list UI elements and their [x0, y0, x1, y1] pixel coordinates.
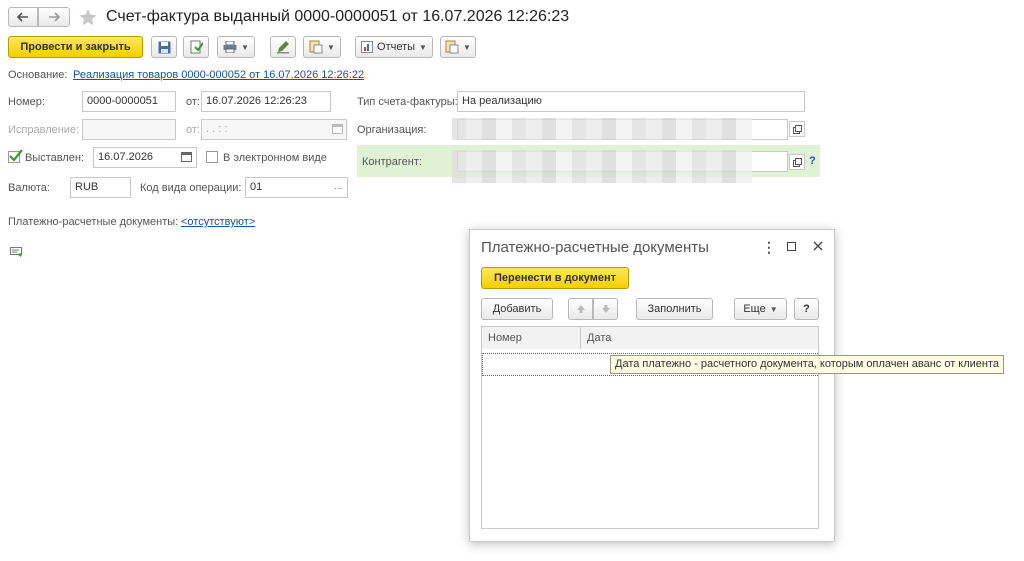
maximize-icon[interactable] — [787, 242, 796, 251]
electronic-checkbox[interactable] — [206, 151, 218, 163]
open-window-icon — [792, 157, 802, 167]
post-button[interactable] — [183, 36, 209, 58]
move-up-button[interactable] — [568, 298, 593, 320]
chevron-down-icon: ▼ — [463, 42, 471, 52]
payment-docs-link[interactable]: <отсутствуют> — [181, 216, 255, 228]
more-button-label: Еще — [743, 303, 766, 315]
counterparty-open-button[interactable] — [789, 154, 805, 170]
fill-button[interactable]: Заполнить — [636, 298, 713, 320]
column-divider — [580, 327, 581, 349]
open-window-icon — [792, 124, 802, 134]
report-icon — [361, 41, 374, 53]
counterparty-label: Контрагент: — [362, 156, 422, 168]
currency-field[interactable]: RUB — [70, 177, 131, 198]
page-title: Счет-фактура выданный 0000-0000051 от 16… — [106, 8, 570, 25]
star-icon[interactable] — [79, 9, 97, 26]
calendar-icon — [332, 124, 343, 134]
attachments-button[interactable]: ▼ — [440, 36, 476, 58]
arrow-down-icon — [601, 305, 610, 313]
basis-link[interactable]: Реализация товаров 0000-000052 от 16.07.… — [73, 69, 364, 81]
correction-date-field: . . : : — [201, 119, 347, 140]
electronic-label: В электронном виде — [223, 152, 327, 164]
edit-button[interactable] — [270, 36, 296, 58]
arrow-left-icon — [17, 12, 28, 22]
transfer-to-document-button[interactable]: Перенести в документ — [481, 267, 629, 289]
reports-label: Отчеты — [377, 41, 416, 53]
close-icon[interactable] — [813, 241, 823, 251]
correction-label: Исправление: — [8, 124, 80, 136]
arrow-right-icon — [49, 12, 60, 22]
issued-label: Выставлен: — [25, 152, 85, 164]
help-button[interactable]: ? — [794, 298, 819, 320]
chevron-down-icon: ▼ — [241, 42, 249, 52]
chevron-down-icon: ▼ — [769, 304, 778, 314]
table-body[interactable] — [481, 349, 819, 529]
op-code-select-button[interactable]: ... — [334, 181, 342, 192]
print-button[interactable]: ▼ — [217, 36, 255, 58]
more-actions-icon[interactable]: ⋮ — [762, 239, 776, 256]
chevron-down-icon: ▼ — [419, 42, 427, 52]
issued-checkbox[interactable] — [8, 149, 23, 163]
correction-field — [82, 119, 176, 140]
floppy-disk-icon — [158, 41, 170, 53]
arrow-up-icon — [576, 305, 585, 313]
number-label: Номер: — [8, 96, 45, 108]
basis-label: Основание: — [8, 69, 68, 81]
post-and-close-button[interactable]: Провести и закрыть — [8, 36, 143, 58]
date-from-label: от: — [186, 96, 200, 108]
organization-open-button[interactable] — [789, 121, 805, 137]
reports-button[interactable]: Отчеты ▼ — [355, 36, 433, 58]
calendar-icon[interactable] — [181, 152, 192, 162]
date-column-tooltip: Дата платежно - расчетного документа, ко… — [610, 355, 1005, 374]
add-button[interactable]: Добавить — [481, 298, 553, 320]
move-down-button[interactable] — [593, 298, 618, 320]
counterparty-value-blurred — [452, 150, 752, 183]
currency-label: Валюта: — [8, 182, 50, 194]
document-link-icon — [445, 40, 459, 54]
counterparty-help-icon[interactable]: ? — [809, 155, 816, 167]
pencil-icon — [277, 41, 289, 54]
organization-value-blurred — [452, 118, 752, 140]
payment-docs-label: Платежно-расчетные документы: — [8, 216, 179, 228]
table-header: Номер Дата — [481, 326, 819, 350]
date-field[interactable]: 16.07.2026 12:26:23 — [201, 91, 331, 112]
number-field[interactable]: 0000-0000051 — [82, 91, 176, 112]
document-create-icon — [309, 40, 323, 54]
create-based-on-button[interactable]: ▼ — [303, 36, 341, 58]
save-button[interactable] — [151, 36, 177, 58]
checkmark-icon — [9, 149, 23, 162]
correction-from-label: от: — [186, 124, 200, 136]
forward-button[interactable] — [38, 7, 70, 27]
invoice-type-label: Тип счета-фактуры: — [357, 96, 458, 108]
comment-icon[interactable] — [10, 247, 23, 258]
op-code-label: Код вида операции: — [140, 182, 242, 194]
chevron-down-icon: ▼ — [327, 42, 335, 52]
invoice-type-field[interactable]: На реализацию — [457, 91, 805, 112]
op-code-field[interactable]: 01 — [245, 177, 348, 198]
column-header-number[interactable]: Номер — [488, 332, 522, 344]
organization-label: Организация: — [357, 124, 427, 136]
more-button[interactable]: Еще ▼ — [734, 298, 787, 320]
printer-icon — [223, 41, 237, 53]
column-header-date[interactable]: Дата — [587, 332, 611, 344]
back-button[interactable] — [8, 7, 38, 27]
post-document-icon — [190, 40, 203, 54]
dialog-title: Платежно-расчетные документы — [481, 239, 709, 256]
payment-docs-dialog: Платежно-расчетные документы ⋮ Перенести… — [469, 229, 835, 542]
